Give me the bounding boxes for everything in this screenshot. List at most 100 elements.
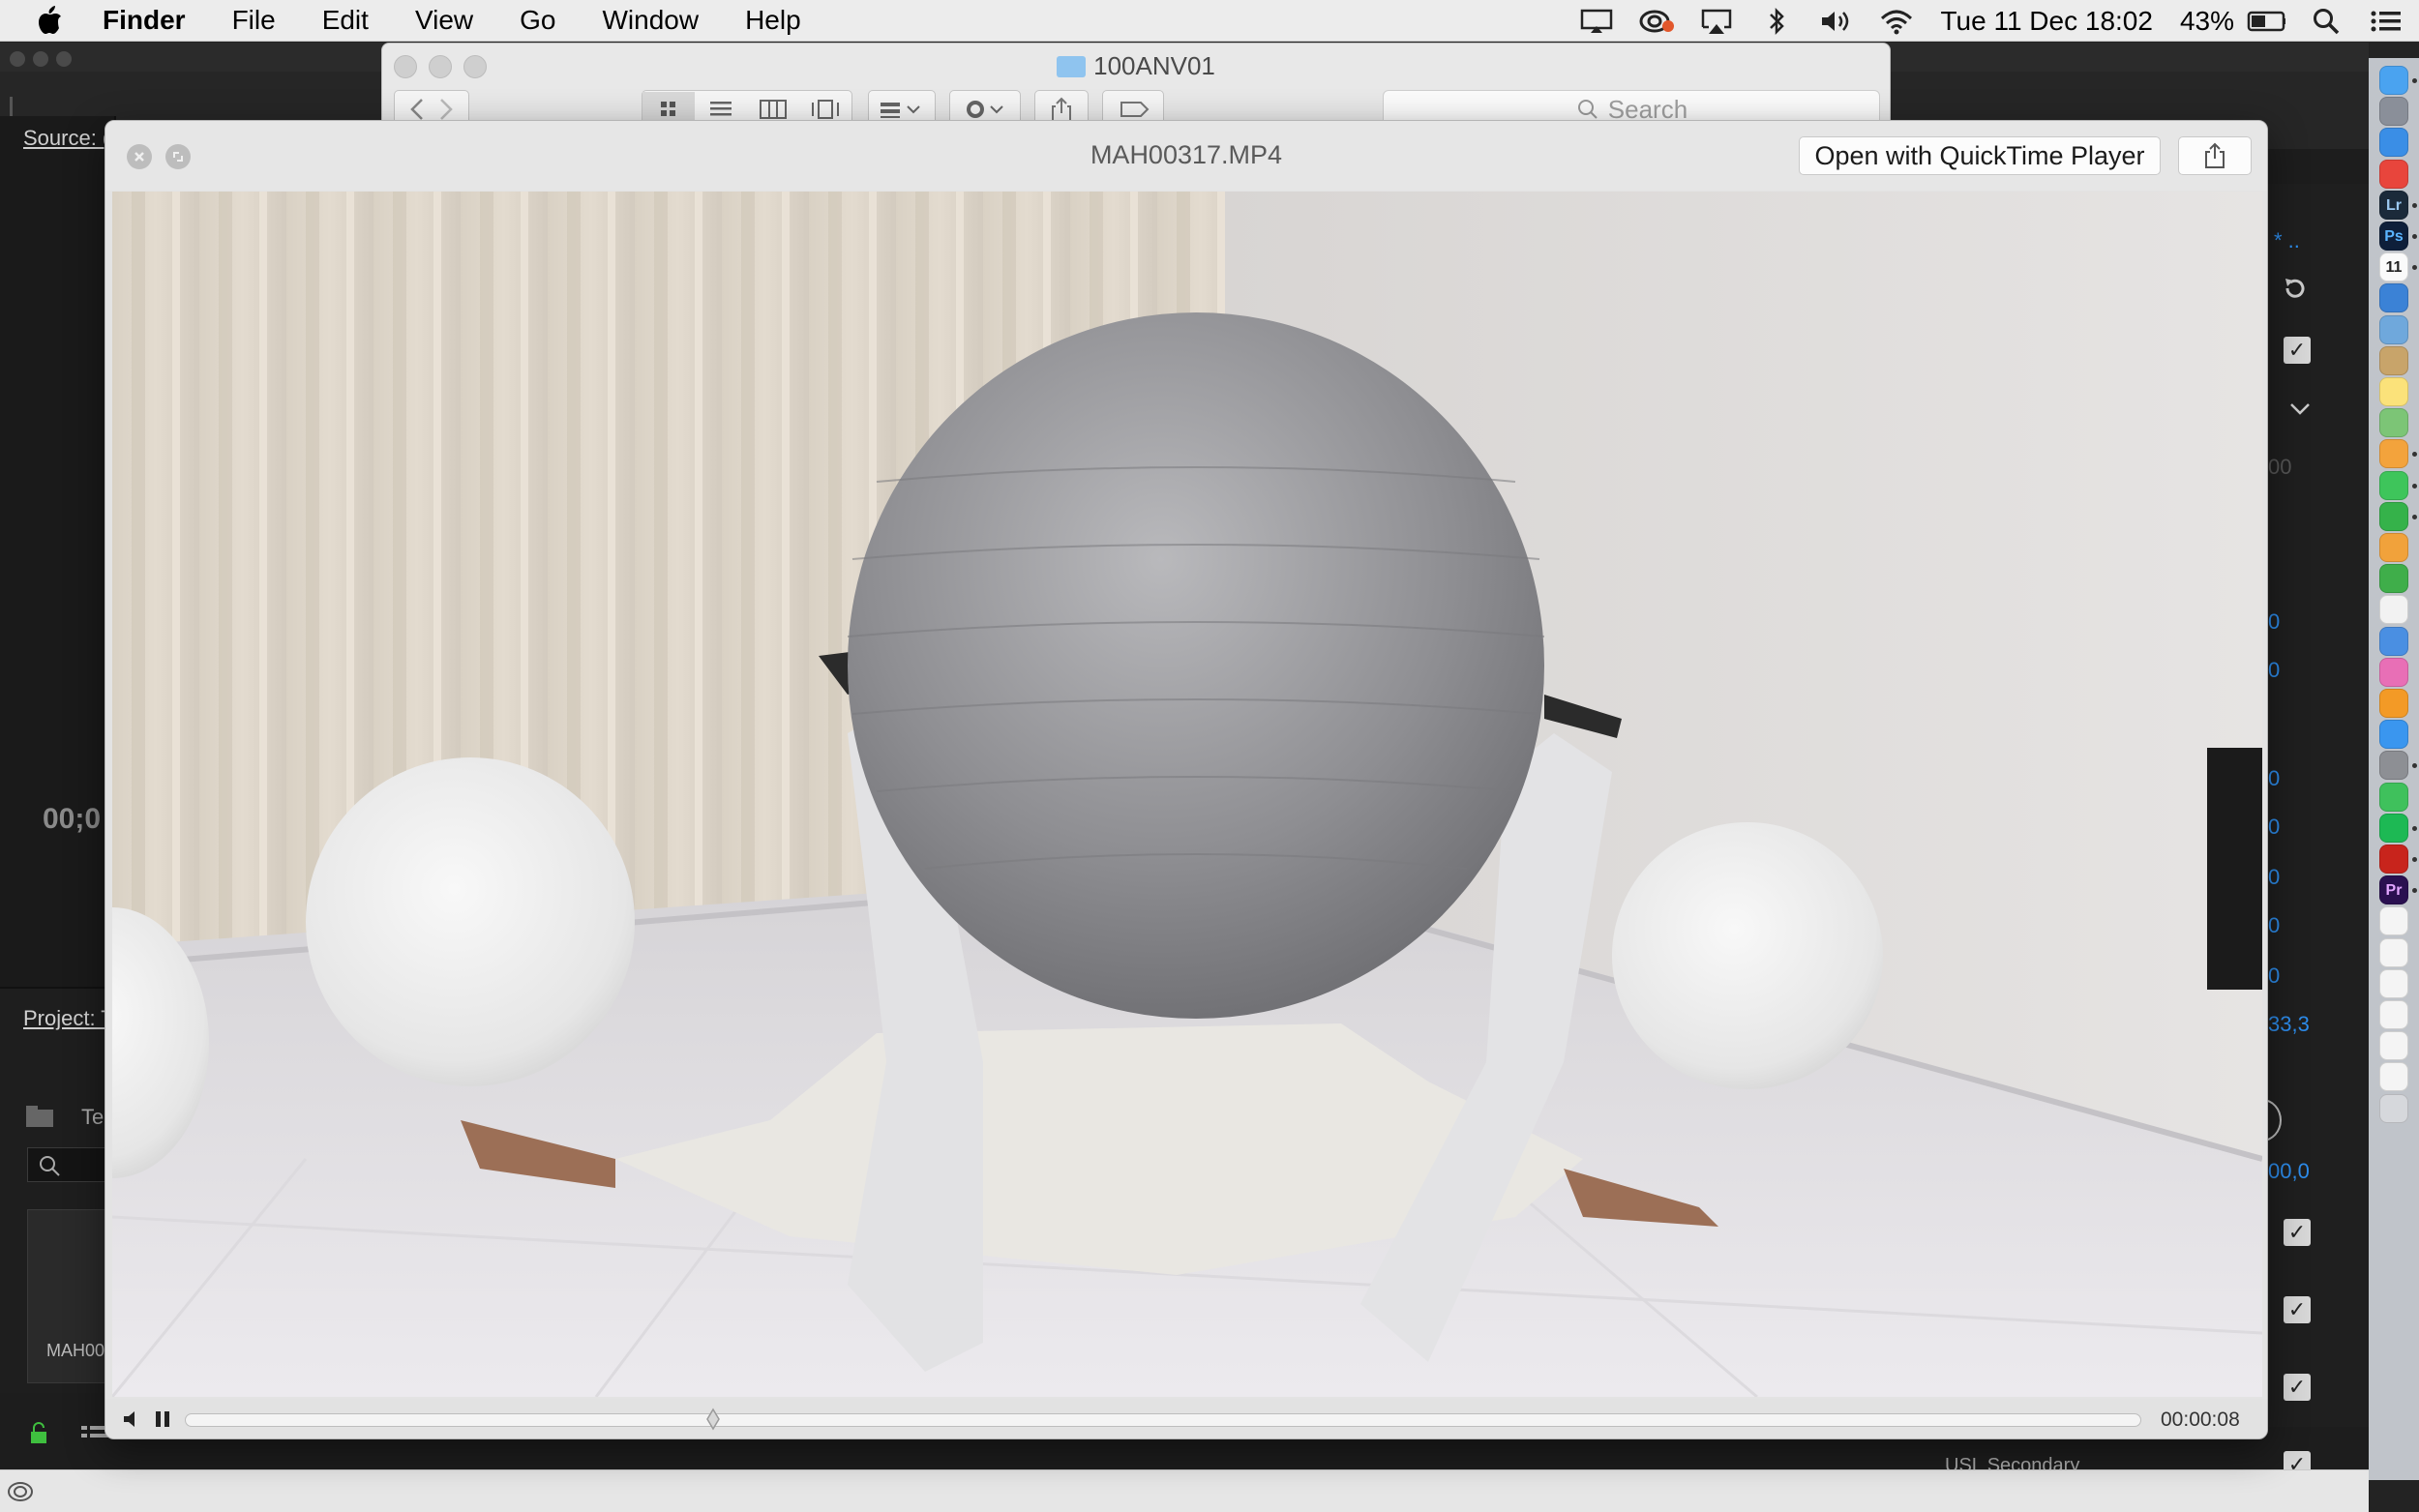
- faint-value: 00: [2268, 455, 2292, 479]
- open-with-quicktime-button[interactable]: Open with QuickTime Player: [1799, 136, 2161, 175]
- apple-menu[interactable]: [23, 6, 77, 35]
- keynote-icon[interactable]: [2379, 626, 2408, 656]
- checkbox-checked[interactable]: ✓: [2284, 1374, 2311, 1401]
- lightroom-icon[interactable]: Lr: [2379, 190, 2408, 220]
- param-value[interactable]: 0: [2268, 609, 2280, 635]
- menu-window[interactable]: Window: [579, 5, 722, 36]
- time-remaining: 00:00:08: [2161, 1408, 2240, 1431]
- 1password-icon[interactable]: [2379, 283, 2408, 313]
- menu-finder[interactable]: Finder: [77, 5, 209, 36]
- project-search-input[interactable]: [27, 1147, 114, 1182]
- finder-window-title: 100ANV01: [382, 51, 1890, 81]
- checkbox-checked[interactable]: ✓: [2284, 1219, 2311, 1246]
- wifi-icon[interactable]: [1877, 6, 1916, 37]
- running-indicator: [2412, 78, 2417, 83]
- running-indicator: [2412, 234, 2417, 239]
- volume-icon[interactable]: [121, 1408, 144, 1430]
- menu-bar-status-area: Tue 11 Dec 18:02 43%: [1567, 0, 2419, 42]
- param-value[interactable]: 0: [2268, 913, 2280, 938]
- premiere-minimize-button[interactable]: [33, 51, 48, 67]
- document-icon[interactable]: [2379, 1062, 2408, 1092]
- param-value[interactable]: 0: [2268, 815, 2280, 840]
- search-icon: [40, 1156, 60, 1176]
- menu-file[interactable]: File: [209, 5, 299, 36]
- archive-icon[interactable]: [2379, 345, 2408, 375]
- finder-icon[interactable]: [2379, 66, 2408, 95]
- document-icon[interactable]: [2379, 906, 2408, 936]
- airplay-icon[interactable]: [1697, 6, 1736, 37]
- volume-icon[interactable]: [1817, 6, 1856, 37]
- notification-center-icon[interactable]: [2367, 6, 2405, 37]
- checkbox-checked[interactable]: ✓: [2284, 1296, 2311, 1323]
- facetime-icon[interactable]: [2379, 501, 2408, 531]
- battery-icon[interactable]: [2247, 6, 2285, 37]
- lock-icon[interactable]: [29, 1422, 48, 1445]
- video-preview[interactable]: [112, 192, 2262, 1397]
- trash-icon[interactable]: [2379, 1093, 2408, 1123]
- tag-icon[interactable]: [1116, 98, 1150, 121]
- maps-icon[interactable]: [2379, 408, 2408, 438]
- menu-help[interactable]: Help: [722, 5, 824, 36]
- chevron-left-icon[interactable]: [403, 98, 432, 121]
- menu-edit[interactable]: Edit: [299, 5, 392, 36]
- display-icon[interactable]: [1577, 6, 1616, 37]
- macos-menu-bar: Finder File Edit View Go Window Help Tue…: [0, 0, 2419, 42]
- spotify-icon[interactable]: [2379, 813, 2408, 843]
- finder-title-text: 100ANV01: [1093, 51, 1215, 80]
- document-icon[interactable]: [2379, 1031, 2408, 1061]
- textedit-icon[interactable]: [2379, 595, 2408, 625]
- chevron-down-icon[interactable]: [2289, 402, 2311, 416]
- premiere-close-button[interactable]: [10, 51, 25, 67]
- reset-icon[interactable]: [2282, 275, 2309, 302]
- bluetooth-icon[interactable]: [1757, 6, 1796, 37]
- calendar-icon[interactable]: 11: [2379, 252, 2408, 282]
- param-value[interactable]: 0: [2268, 964, 2280, 989]
- photoshop-icon[interactable]: Ps: [2379, 222, 2408, 251]
- numbers-icon[interactable]: [2379, 564, 2408, 594]
- chrome-icon[interactable]: [2379, 159, 2408, 189]
- param-value[interactable]: 33,3: [2268, 1012, 2310, 1037]
- premiere-zoom-button[interactable]: [56, 51, 72, 67]
- quicklook-playback-controls: 00:00:08: [105, 1399, 2267, 1438]
- share-icon: [2205, 142, 2225, 168]
- ibooks-icon[interactable]: [2379, 689, 2408, 718]
- source-monitor-panel: [0, 116, 116, 1016]
- quicklook-share-button[interactable]: [2178, 136, 2252, 175]
- chevron-right-icon[interactable]: [432, 98, 461, 121]
- messages-icon[interactable]: [2379, 470, 2408, 500]
- source-panel-tab[interactable]: Source: (: [23, 126, 109, 151]
- battery-percentage: 43%: [2179, 5, 2234, 36]
- project-panel-tab[interactable]: Project: T: [23, 1006, 114, 1031]
- menu-go[interactable]: Go: [496, 5, 579, 36]
- running-indicator: [2412, 202, 2417, 208]
- playhead-handle[interactable]: [705, 1408, 721, 1431]
- notes-icon[interactable]: [2379, 377, 2408, 406]
- launchpad-icon[interactable]: [2379, 97, 2408, 127]
- clock[interactable]: Tue 11 Dec 18:02: [1940, 6, 2152, 37]
- document-icon[interactable]: [2379, 937, 2408, 967]
- param-value[interactable]: 00,0: [2268, 1159, 2310, 1184]
- appstore-icon[interactable]: [2379, 720, 2408, 750]
- creative-cloud-icon[interactable]: [6, 1480, 35, 1503]
- acrobat-icon[interactable]: [2379, 845, 2408, 874]
- menu-view[interactable]: View: [392, 5, 496, 36]
- document-icon[interactable]: [2379, 968, 2408, 998]
- param-value[interactable]: 0: [2268, 865, 2280, 890]
- creative-cloud-status-icon[interactable]: [1637, 6, 1676, 37]
- premiere-icon[interactable]: Pr: [2379, 875, 2408, 905]
- param-value[interactable]: 0: [2268, 766, 2280, 791]
- video-scrubber[interactable]: [185, 1413, 2141, 1427]
- pause-icon[interactable]: [152, 1408, 173, 1430]
- running-indicator: [2412, 483, 2417, 489]
- document-icon[interactable]: [2379, 1000, 2408, 1029]
- safari-icon[interactable]: [2379, 128, 2408, 158]
- systemprefs-icon[interactable]: [2379, 751, 2408, 781]
- checkbox-checked[interactable]: ✓: [2284, 337, 2311, 364]
- param-value[interactable]: 0: [2268, 658, 2280, 683]
- pages-icon[interactable]: [2379, 533, 2408, 562]
- whatsapp-icon[interactable]: [2379, 782, 2408, 812]
- photos-icon[interactable]: [2379, 439, 2408, 469]
- itunes-icon[interactable]: [2379, 657, 2408, 687]
- spotlight-search-icon[interactable]: [2307, 6, 2345, 37]
- preview-icon[interactable]: [2379, 314, 2408, 344]
